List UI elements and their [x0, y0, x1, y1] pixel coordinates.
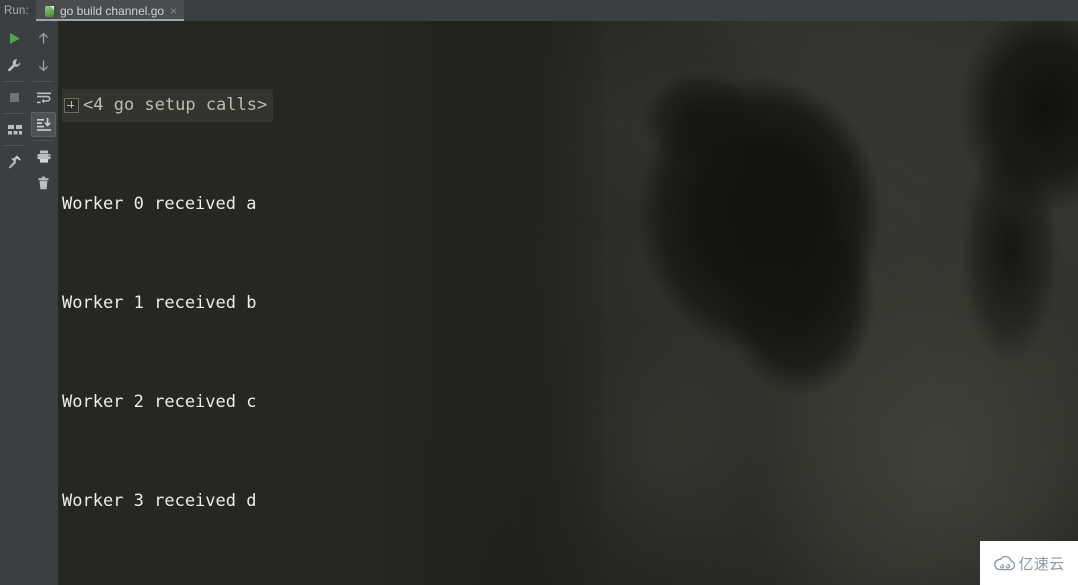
sidebar-left-column	[0, 21, 29, 585]
run-toolbar-header: Run: go build channel.go ×	[0, 0, 1078, 21]
console-background-fade	[362, 21, 602, 585]
close-icon[interactable]: ×	[169, 5, 178, 17]
console-fold-row[interactable]: <4 go setup calls>	[58, 89, 274, 122]
console-line: Worker 0 received a	[58, 188, 273, 221]
expand-fold-icon[interactable]	[64, 98, 79, 113]
console-line-text: Worker 0 received a	[62, 194, 257, 214]
sidebar-separator	[4, 145, 25, 146]
rerun-button[interactable]	[2, 26, 27, 51]
down-button[interactable]	[31, 53, 56, 78]
cloud-logo-icon	[993, 555, 1015, 570]
watermark-badge: 亿速云	[980, 541, 1078, 585]
layout-button[interactable]	[2, 117, 27, 142]
run-tool-sidebar	[0, 21, 58, 585]
sidebar-separator	[4, 81, 25, 82]
console-background-fade-outer	[602, 21, 1078, 585]
pin-tab-button[interactable]	[2, 149, 27, 174]
up-button[interactable]	[31, 26, 56, 51]
stop-button[interactable]	[2, 85, 27, 110]
console-line-text: Worker 2 received c	[62, 392, 257, 412]
console-line-text: Worker 3 received d	[62, 491, 257, 511]
console-output-panel[interactable]: <4 go setup calls> Worker 0 received a W…	[58, 21, 1078, 585]
console-line: Worker 2 received c	[58, 386, 273, 419]
run-label: Run:	[4, 4, 29, 17]
fold-summary-text: <4 go setup calls>	[83, 95, 268, 115]
console-line: Worker 1 received b	[58, 287, 273, 320]
clear-all-button[interactable]	[31, 171, 56, 196]
scroll-to-end-button[interactable]	[31, 112, 56, 137]
tab-title: go build channel.go	[60, 3, 165, 18]
go-file-icon	[44, 4, 55, 17]
sidebar-separator	[33, 140, 54, 141]
tab-go-build-channel[interactable]: go build channel.go ×	[36, 0, 185, 21]
soft-wrap-button[interactable]	[31, 85, 56, 110]
print-button[interactable]	[31, 144, 56, 169]
console-fold-chip[interactable]: <4 go setup calls>	[62, 89, 274, 122]
run-tool-window: <4 go setup calls> Worker 0 received a W…	[0, 0, 1078, 585]
sidebar-separator	[4, 113, 25, 114]
sidebar-right-column	[29, 21, 58, 585]
console-line-text: Worker 1 received b	[62, 293, 257, 313]
sidebar-separator	[33, 81, 54, 82]
console-line: Worker 3 received d	[58, 485, 273, 518]
settings-button[interactable]	[2, 53, 27, 78]
watermark-text: 亿速云	[1018, 554, 1065, 573]
console-line-list: <4 go setup calls> Worker 0 received a W…	[58, 21, 274, 585]
tab-active-underline	[36, 19, 185, 21]
